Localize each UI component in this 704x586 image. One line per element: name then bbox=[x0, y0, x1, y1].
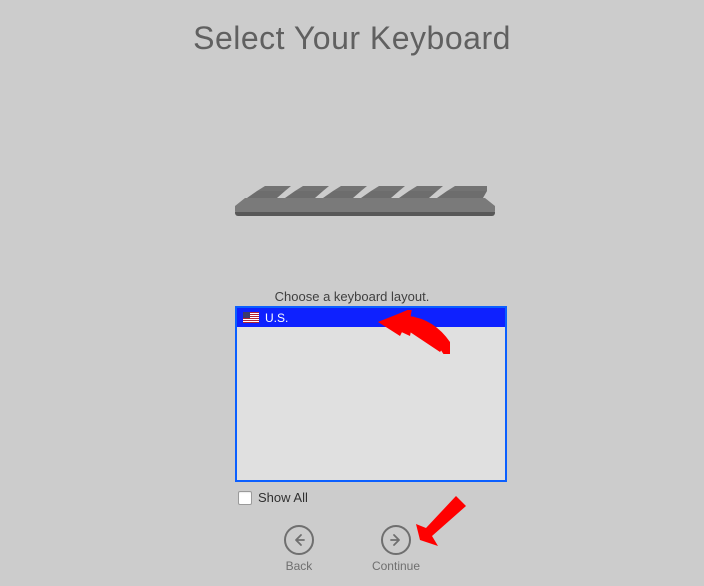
list-item-label: U.S. bbox=[265, 311, 288, 325]
flag-us-icon bbox=[243, 312, 259, 323]
arrow-left-icon bbox=[284, 525, 314, 555]
setup-assistant-page: Select Your Keyboard bbox=[0, 0, 704, 586]
keyboard-illustration bbox=[235, 170, 495, 216]
page-title: Select Your Keyboard bbox=[193, 20, 511, 57]
continue-label: Continue bbox=[372, 559, 420, 573]
instruction-label: Choose a keyboard layout. bbox=[0, 289, 704, 304]
back-label: Back bbox=[286, 559, 313, 573]
arrow-right-icon bbox=[381, 525, 411, 555]
show-all-checkbox[interactable]: Show All bbox=[238, 490, 308, 505]
nav-bar: Back Continue bbox=[0, 525, 704, 573]
back-button[interactable]: Back bbox=[284, 525, 314, 573]
continue-button[interactable]: Continue bbox=[372, 525, 420, 573]
checkbox-icon bbox=[238, 491, 252, 505]
keyboard-layout-list[interactable]: U.S. bbox=[235, 306, 507, 482]
list-item[interactable]: U.S. bbox=[237, 308, 505, 327]
show-all-label: Show All bbox=[258, 490, 308, 505]
